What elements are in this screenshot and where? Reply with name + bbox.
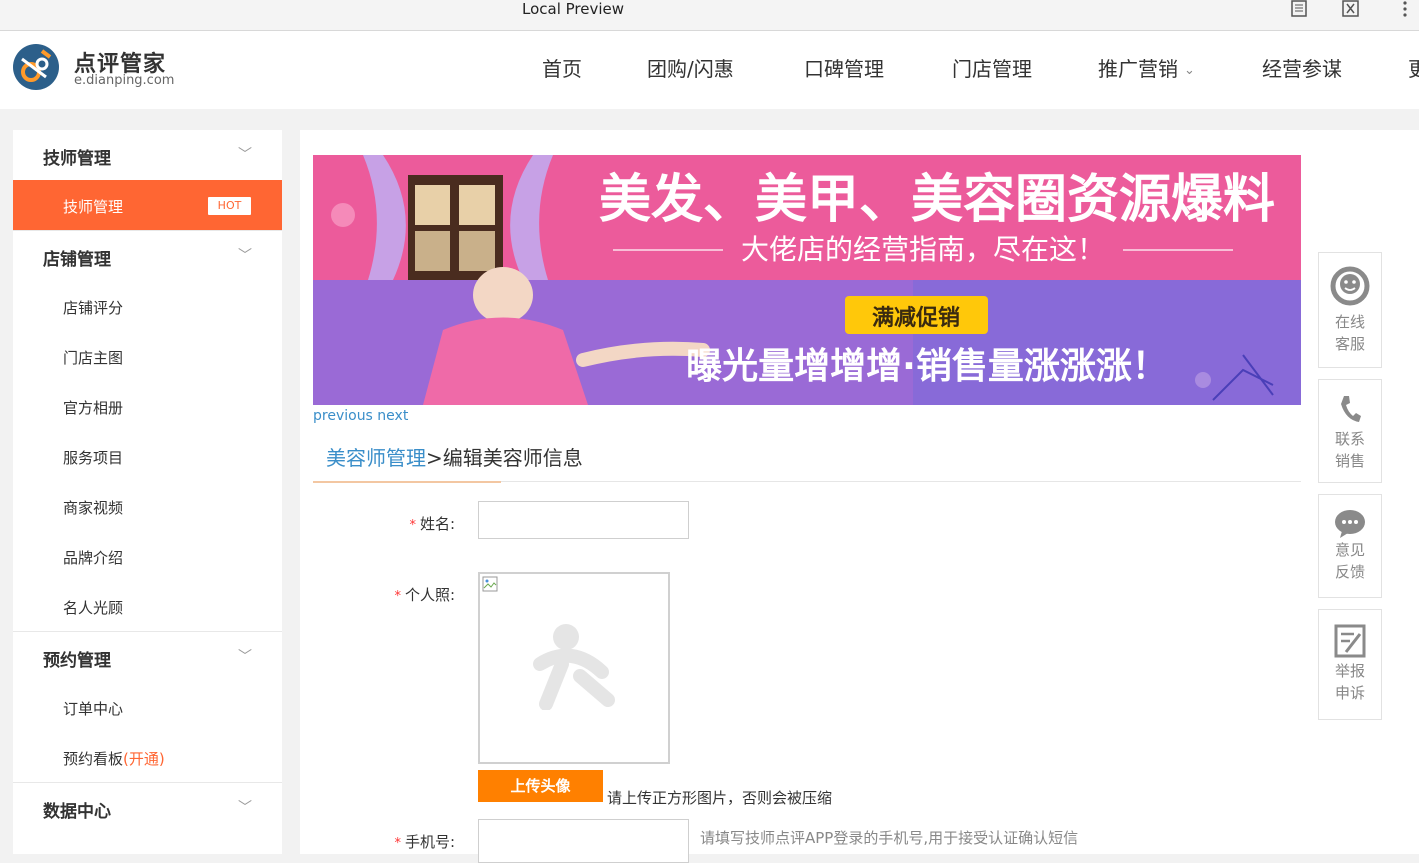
float-label: 反馈 xyxy=(1334,563,1365,581)
photo-label-text: 个人照: xyxy=(404,586,455,604)
sidebar-section-title: 技师管理 xyxy=(43,149,111,169)
avatar-placeholder-icon xyxy=(532,624,618,714)
phone-label-text: 手机号: xyxy=(404,833,455,851)
page-title: 编辑美容师信息 xyxy=(442,446,583,470)
main-panel: 美发、美甲、美容圈资源爆料 大佬店的经营指南，尽在这！ 满减促销 曝光量增增增·… xyxy=(300,130,1419,863)
breadcrumb-underline xyxy=(313,481,501,483)
feedback-button[interactable]: 意见 反馈 xyxy=(1318,494,1382,598)
breadcrumb-parent-link[interactable]: 美容师管理 xyxy=(326,446,426,470)
banner-pager[interactable]: previous next xyxy=(313,408,408,424)
sidebar-item-merchant-video[interactable]: 商家视频 xyxy=(13,481,282,531)
sidebar-item-technician[interactable]: 技师管理 HOT xyxy=(13,180,282,230)
sidebar-item-celebrity-visits[interactable]: 名人光顾 xyxy=(13,581,282,631)
sidebar-item-text: 预约看板 xyxy=(63,750,124,768)
avatar-preview[interactable] xyxy=(478,572,670,764)
nav-promotion[interactable]: 推广营销 ⌄ xyxy=(1098,53,1195,82)
activate-link[interactable]: (开通) xyxy=(123,750,165,768)
phone-hint: 请填写技师点评APP登录的手机号,用于接受认证确认短信 xyxy=(700,829,1079,847)
sidebar-item-brand-intro[interactable]: 品牌介绍 xyxy=(13,531,282,581)
report-icon xyxy=(1334,624,1366,662)
window-titlebar: Local Preview xyxy=(0,0,1419,31)
online-service-button[interactable]: 在线 客服 xyxy=(1318,252,1382,368)
chevron-down-icon: ﹀ xyxy=(238,147,252,163)
breadcrumb: 美容师管理>编辑美容师信息 xyxy=(326,442,583,471)
required-mark: * xyxy=(409,518,416,533)
sidebar-section-store[interactable]: 店铺管理 ﹀ xyxy=(13,230,282,281)
more-menu-icon[interactable] xyxy=(1396,0,1414,18)
chat-bubble-icon xyxy=(1334,509,1366,543)
sidebar-section-booking[interactable]: 预约管理 ﹀ xyxy=(13,631,282,682)
sidebar-item-booking-board[interactable]: 预约看板(开通) xyxy=(13,732,282,782)
nav-promotion-label: 推广营销 xyxy=(1098,57,1178,81)
brand-domain: e.dianping.com xyxy=(74,73,175,88)
sidebar-item-order-center[interactable]: 订单中心 xyxy=(13,682,282,732)
required-mark: * xyxy=(394,836,401,851)
sidebar-item-label: 门店主图 xyxy=(63,349,124,367)
banner-headline: 美发、美甲、美容圈资源爆料 xyxy=(599,170,1275,230)
sidebar-item-label: 品牌介绍 xyxy=(63,549,124,567)
chevron-down-icon: ﹀ xyxy=(238,800,252,816)
sidebar-item-label: 订单中心 xyxy=(63,700,124,718)
nav-business-advisor[interactable]: 经营参谋 xyxy=(1262,53,1342,82)
promo-banner-graphic: 美发、美甲、美容圈资源爆料 大佬店的经营指南，尽在这！ 满减促销 曝光量增增增·… xyxy=(313,155,1301,405)
report-complaint-button[interactable]: 举报 申诉 xyxy=(1318,609,1382,720)
chevron-down-icon: ﹀ xyxy=(238,248,252,264)
sidebar-item-label: 名人光顾 xyxy=(63,599,124,617)
nav-reputation[interactable]: 口碑管理 xyxy=(804,53,884,82)
banner-subline: 大佬店的经营指南，尽在这！ xyxy=(741,233,1105,266)
sidebar-section-title: 数据中心 xyxy=(43,802,111,822)
sidebar-section-technician[interactable]: 技师管理 ﹀ xyxy=(13,130,282,180)
dianping-logo-icon[interactable] xyxy=(12,43,60,91)
phone-icon xyxy=(1338,394,1362,428)
float-label: 意见 xyxy=(1334,541,1365,559)
contact-sales-button[interactable]: 联系 销售 xyxy=(1318,379,1382,483)
chevron-down-icon: ⌄ xyxy=(1184,63,1195,78)
upload-avatar-button[interactable]: 上传头像 xyxy=(478,770,603,802)
sidebar-item-label: 店铺评分 xyxy=(63,299,124,317)
sidebar: 技师管理 ﹀ 技师管理 HOT 店铺管理 ﹀ 店铺评分 门店主图 官方相册 服务… xyxy=(13,130,282,854)
reader-icon[interactable] xyxy=(1290,0,1308,18)
broken-image-icon xyxy=(482,576,498,592)
sidebar-item-label: 预约看板(开通) xyxy=(63,748,165,769)
sidebar-item-label: 服务项目 xyxy=(63,449,124,467)
hot-badge: HOT xyxy=(208,197,251,215)
nav-home[interactable]: 首页 xyxy=(542,53,582,82)
chevron-down-icon: ﹀ xyxy=(238,649,252,665)
sidebar-item-store-rating[interactable]: 店铺评分 xyxy=(13,281,282,331)
photo-label: * 个人照: xyxy=(360,584,455,605)
sidebar-item-store-main-image[interactable]: 门店主图 xyxy=(13,331,282,381)
nav-more[interactable]: 更 xyxy=(1408,53,1419,82)
sidebar-item-official-album[interactable]: 官方相册 xyxy=(13,381,282,431)
name-input[interactable] xyxy=(478,501,689,539)
sidebar-item-label: 商家视频 xyxy=(63,499,124,517)
window-title: Local Preview xyxy=(522,0,625,18)
float-label: 在线 xyxy=(1334,313,1365,331)
banner-slogan: 曝光量增增增·销售量涨涨涨！ xyxy=(686,346,1168,387)
required-mark: * xyxy=(394,589,401,604)
phone-input[interactable] xyxy=(478,819,689,863)
sidebar-item-label: 技师管理 xyxy=(63,198,124,216)
float-label: 申诉 xyxy=(1334,684,1365,702)
float-label: 销售 xyxy=(1334,452,1365,470)
sidebar-item-label: 官方相册 xyxy=(63,399,124,417)
banner-tag: 满减促销 xyxy=(872,305,960,331)
name-label-text: 姓名: xyxy=(419,515,455,533)
sidebar-section-title: 店铺管理 xyxy=(43,250,111,270)
float-label: 客服 xyxy=(1334,335,1365,353)
sidebar-item-services[interactable]: 服务项目 xyxy=(13,431,282,481)
customer-service-icon xyxy=(1328,265,1372,311)
sidebar-section-title: 预约管理 xyxy=(43,651,111,671)
upload-hint: 请上传正方形图片，否则会被压缩 xyxy=(607,789,833,807)
breadcrumb-separator: > xyxy=(426,446,443,470)
nav-store-management[interactable]: 门店管理 xyxy=(952,53,1032,82)
site-header: 点评管家 e.dianping.com 首页 团购/闪惠 口碑管理 门店管理 推… xyxy=(0,31,1419,109)
phone-label: * 手机号: xyxy=(360,831,455,852)
float-label: 举报 xyxy=(1334,662,1365,680)
translate-icon[interactable] xyxy=(1342,0,1360,18)
sidebar-section-data-center[interactable]: 数据中心 ﹀ xyxy=(13,782,282,833)
promo-banner[interactable]: 美发、美甲、美容圈资源爆料 大佬店的经营指南，尽在这！ 满减促销 曝光量增增增·… xyxy=(313,155,1301,405)
float-label: 联系 xyxy=(1334,430,1365,448)
name-label: * 姓名: xyxy=(360,513,455,534)
nav-groupbuy[interactable]: 团购/闪惠 xyxy=(647,53,734,82)
